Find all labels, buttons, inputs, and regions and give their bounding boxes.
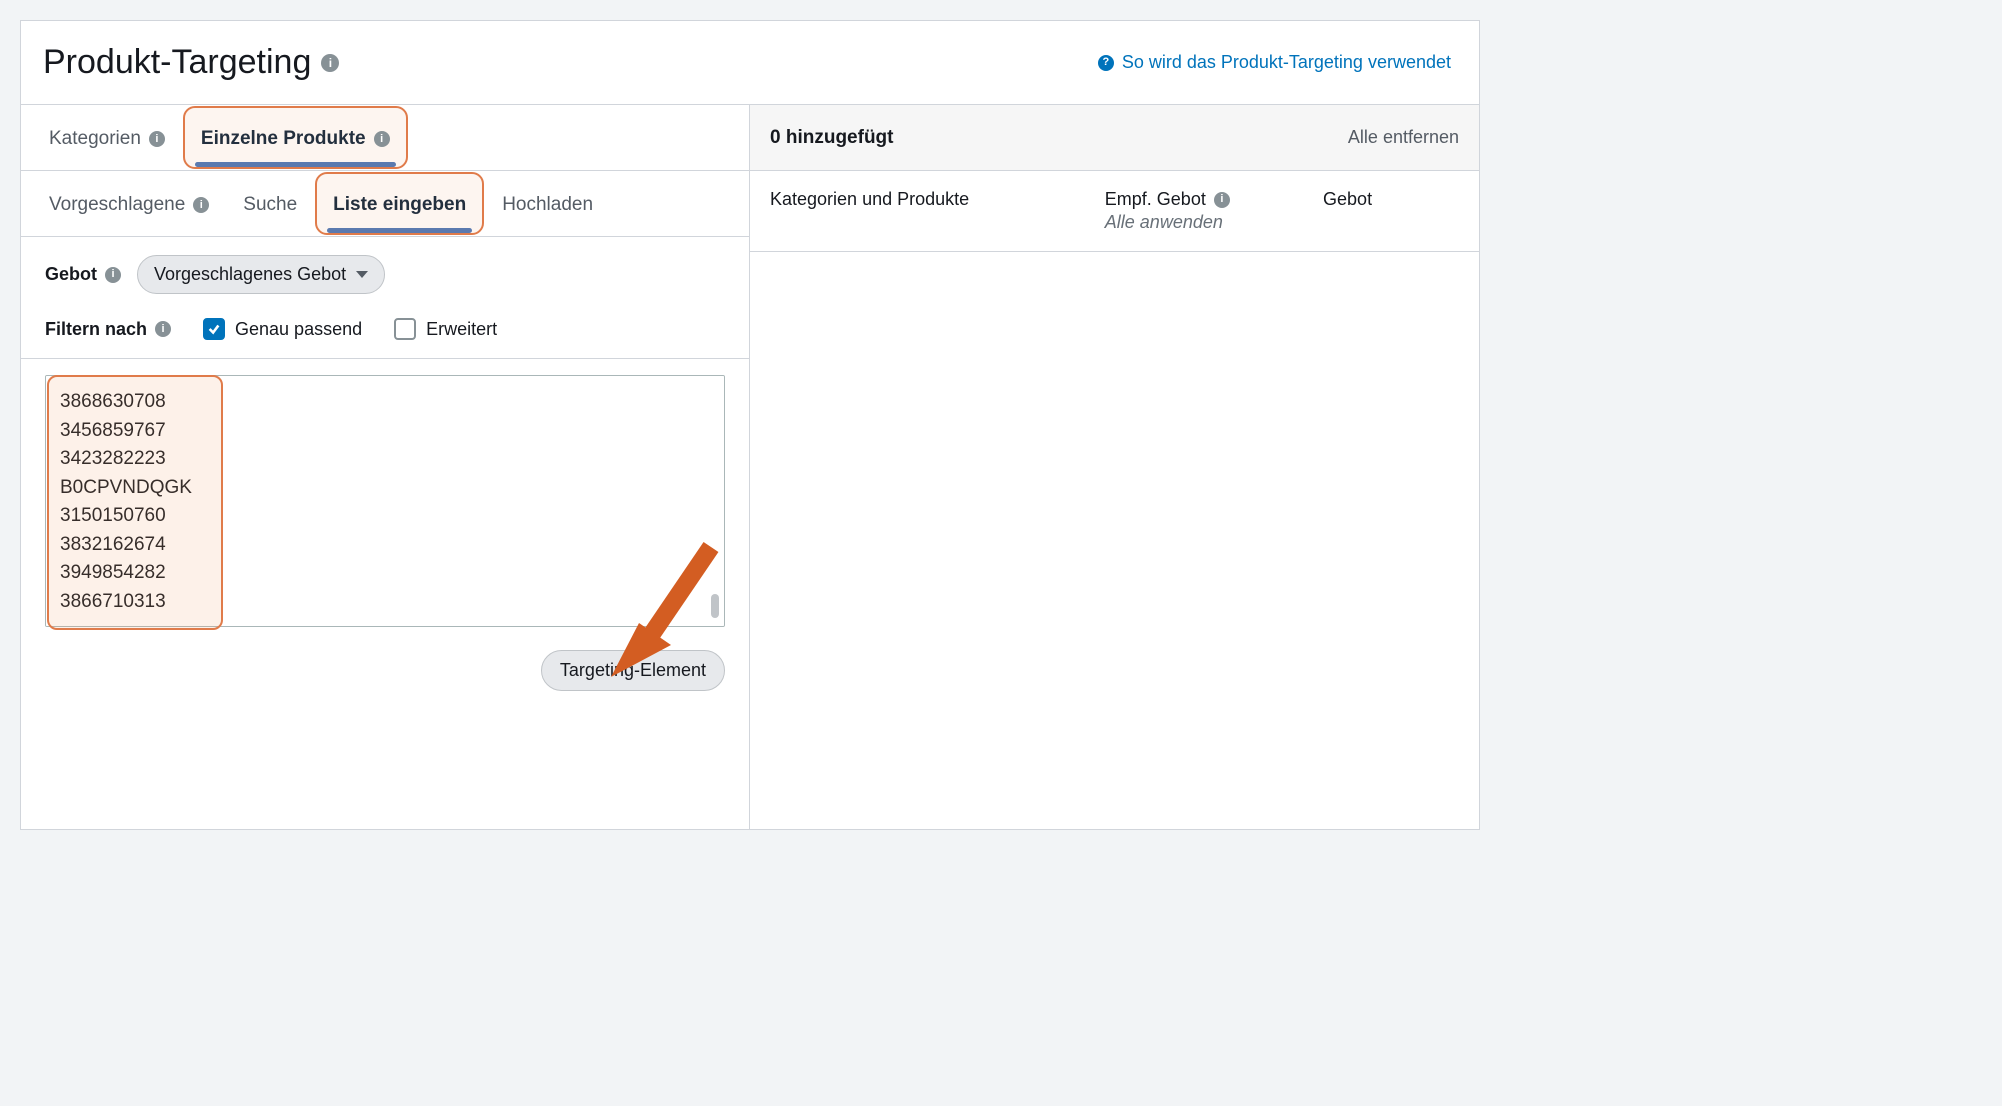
- checkbox-exact-label: Genau passend: [235, 319, 362, 340]
- check-icon: [207, 322, 221, 336]
- chevron-down-icon: [356, 271, 368, 278]
- bid-row: Gebot i Vorgeschlagenes Gebot: [21, 237, 749, 312]
- help-icon: ?: [1098, 55, 1114, 71]
- checkbox-expanded-label: Erweitert: [426, 319, 497, 340]
- primary-tabs: Kategorien i Einzelne Produkte i: [21, 105, 749, 171]
- tab-individual-products[interactable]: Einzelne Produkte i: [185, 108, 406, 167]
- info-icon[interactable]: i: [155, 321, 171, 337]
- right-column: 0 hinzugefügt Alle entfernen Kategorien …: [750, 105, 1479, 829]
- filter-label-text: Filtern nach: [45, 319, 147, 340]
- left-column: Kategorien i Einzelne Produkte i Vorgesc…: [21, 105, 750, 829]
- asin-textarea[interactable]: [45, 375, 725, 627]
- tab-suggested[interactable]: Vorgeschlagene i: [33, 174, 225, 233]
- asin-textarea-wrap: [21, 359, 749, 642]
- bid-label-text: Gebot: [45, 264, 97, 285]
- tab-search[interactable]: Suche: [227, 174, 313, 233]
- apply-all-link[interactable]: Alle anwenden: [1105, 212, 1299, 233]
- info-icon[interactable]: i: [1214, 192, 1230, 208]
- tab-enter-list[interactable]: Liste eingeben: [317, 174, 482, 233]
- product-targeting-panel: Produkt-Targeting i ? So wird das Produk…: [20, 20, 1480, 830]
- panel-header: Produkt-Targeting i ? So wird das Produk…: [21, 21, 1479, 105]
- checkbox-expanded[interactable]: Erweitert: [394, 318, 497, 340]
- tab-search-label: Suche: [243, 194, 297, 216]
- col-bid: Gebot: [1323, 189, 1459, 233]
- tab-suggested-label: Vorgeschlagene: [49, 194, 185, 216]
- checkbox-box: [203, 318, 225, 340]
- tab-upload[interactable]: Hochladen: [486, 174, 609, 233]
- checkbox-exact[interactable]: Genau passend: [203, 318, 362, 340]
- col-bid-label: Gebot: [1323, 189, 1372, 209]
- tab-categories[interactable]: Kategorien i: [33, 108, 181, 167]
- panel-body: Kategorien i Einzelne Produkte i Vorgesc…: [21, 105, 1479, 829]
- filter-label: Filtern nach i: [45, 319, 171, 340]
- col-categories-products: Kategorien und Produkte: [770, 189, 1081, 233]
- button-row: Targeting-Element: [21, 642, 749, 711]
- filter-row: Filtern nach i Genau passend Erweitert: [21, 312, 749, 359]
- checkbox-box: [394, 318, 416, 340]
- col-recommended-bid: Empf. Gebot i Alle anwenden: [1105, 189, 1299, 233]
- added-count: 0 hinzugefügt: [770, 127, 893, 149]
- targeting-element-button[interactable]: Targeting-Element: [541, 650, 725, 691]
- help-link-text: So wird das Produkt-Targeting verwendet: [1122, 52, 1451, 73]
- bid-dropdown[interactable]: Vorgeschlagenes Gebot: [137, 255, 385, 294]
- secondary-tabs: Vorgeschlagene i Suche Liste eingeben Ho…: [21, 171, 749, 237]
- info-icon[interactable]: i: [105, 267, 121, 283]
- page-title-text: Produkt-Targeting: [43, 43, 311, 82]
- info-icon[interactable]: i: [374, 131, 390, 147]
- help-link[interactable]: ? So wird das Produkt-Targeting verwende…: [1098, 52, 1451, 73]
- bid-dropdown-value: Vorgeschlagenes Gebot: [154, 264, 346, 285]
- bid-label: Gebot i: [45, 264, 121, 285]
- info-icon[interactable]: i: [149, 131, 165, 147]
- scrollbar-thumb[interactable]: [711, 594, 719, 618]
- added-columns-header: Kategorien und Produkte Empf. Gebot i Al…: [750, 171, 1479, 252]
- tab-individual-label: Einzelne Produkte: [201, 128, 366, 150]
- added-header: 0 hinzugefügt Alle entfernen: [750, 105, 1479, 171]
- info-icon[interactable]: i: [321, 54, 339, 72]
- tab-categories-label: Kategorien: [49, 128, 141, 150]
- page-title: Produkt-Targeting i: [43, 43, 339, 82]
- highlight-enter-list-tab: Liste eingeben: [315, 172, 484, 235]
- tab-enter-list-label: Liste eingeben: [333, 194, 466, 216]
- highlight-individual-tab: Einzelne Produkte i: [183, 106, 408, 169]
- col-categories-label: Kategorien und Produkte: [770, 189, 969, 209]
- tab-upload-label: Hochladen: [502, 194, 593, 216]
- remove-all-button[interactable]: Alle entfernen: [1348, 127, 1459, 148]
- col-rec-bid-label: Empf. Gebot: [1105, 189, 1206, 210]
- info-icon[interactable]: i: [193, 197, 209, 213]
